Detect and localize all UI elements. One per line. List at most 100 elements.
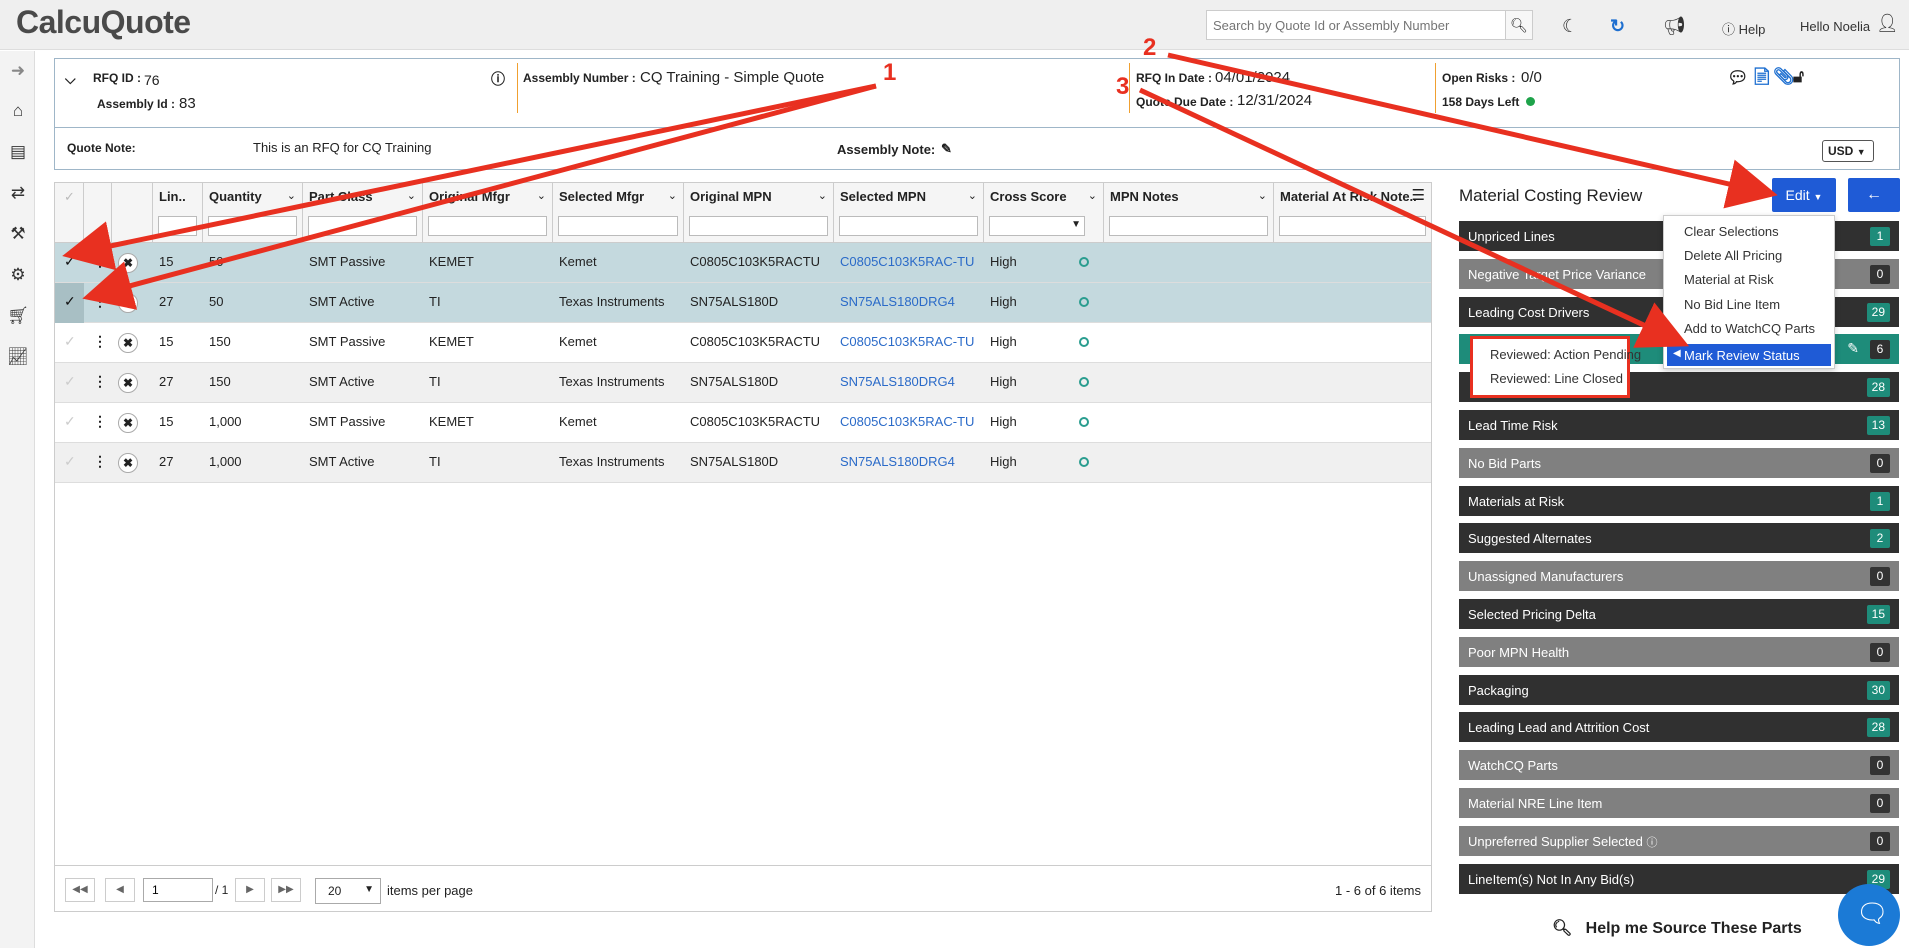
row-checkbox[interactable]: ✓ <box>55 323 84 363</box>
table-row[interactable]: ✓ ⋮ ✖ 15 1,000 SMT Passive KEMET Kemet C0805C103… <box>55 403 1431 443</box>
review-bar[interactable]: WatchCQ Parts 0 <box>1459 750 1899 781</box>
gavel-icon[interactable]: ⚒ <box>6 224 30 248</box>
row-checkbox[interactable]: ✓ <box>55 283 84 323</box>
edit-button[interactable]: Edit ▼ <box>1772 178 1836 212</box>
col-mpn-notes[interactable]: MPN Notes ⌄ <box>1104 183 1274 243</box>
col-quantity[interactable]: Quantity ⌄ <box>203 183 303 243</box>
remove-row-button[interactable]: ✖ <box>118 253 138 273</box>
table-row[interactable]: ✓ ⋮ ✖ 15 50 SMT Passive KEMET Kemet C0805C103K5R… <box>55 243 1431 283</box>
app-logo[interactable]: CalcuQuote <box>16 4 191 41</box>
filter-part-class[interactable] <box>308 216 417 236</box>
back-button[interactable]: ← <box>1848 178 1900 212</box>
search-button[interactable]: 🔍︎ <box>1505 10 1533 40</box>
home-icon[interactable]: ⌂ <box>6 101 30 125</box>
info-icon[interactable]: ⓘ <box>491 69 505 89</box>
row-menu-icon[interactable]: ⋮ <box>93 373 107 390</box>
review-bar[interactable]: Poor MPN Health 0 <box>1459 636 1899 667</box>
attachment-icon[interactable]: 📎︎ <box>1773 67 1795 87</box>
row-checkbox[interactable]: ✓ <box>55 403 84 443</box>
prev-page-button[interactable]: ◀ <box>105 878 135 902</box>
filter-cross-score-select[interactable]: ▼ <box>989 216 1085 236</box>
cell-smpn[interactable]: C0805C103K5RAC-TU <box>840 334 974 349</box>
review-bar[interactable]: Unpreferred Supplier Selected ⓘ 0 <box>1459 825 1899 856</box>
filter-mpn-notes[interactable] <box>1109 216 1268 236</box>
chart-icon[interactable]: 📈︎ <box>6 347 30 371</box>
cell-smpn[interactable]: C0805C103K5RAC-TU <box>840 414 974 429</box>
transfer-icon[interactable]: ⇄ <box>6 183 30 207</box>
row-checkbox[interactable]: ✓ <box>55 443 84 483</box>
next-page-button[interactable]: ▶ <box>235 878 265 902</box>
search-input[interactable] <box>1206 10 1506 40</box>
announcement-icon[interactable]: 📢︎ <box>1663 16 1686 37</box>
row-menu-icon[interactable]: ⋮ <box>93 453 107 470</box>
review-bar[interactable]: Material NRE Line Item 0 <box>1459 788 1899 818</box>
col-part-class[interactable]: Part Class ⌄ <box>303 183 423 243</box>
row-menu-icon[interactable]: ⋮ <box>93 253 107 270</box>
table-row[interactable]: ✓ ⋮ ✖ 27 150 SMT Active TI Texas Instruments SN7… <box>55 363 1431 403</box>
filter-risk-note[interactable] <box>1279 216 1426 236</box>
table-row[interactable]: ✓ ⋮ ✖ 15 150 SMT Passive KEMET Kemet C0805C103K5… <box>55 323 1431 363</box>
review-bar[interactable]: Suggested Alternates 2 <box>1459 523 1899 554</box>
col-cross-score[interactable]: Cross Score ⌄ ▼ <box>984 183 1104 243</box>
remove-row-button[interactable]: ✖ <box>118 293 138 313</box>
filter-selected-mfgr[interactable] <box>558 216 678 236</box>
unlock-icon[interactable]: 🔓︎ <box>1793 67 1804 87</box>
remove-row-button[interactable]: ✖ <box>118 333 138 353</box>
menu-no-bid-line-item[interactable]: No Bid Line Item <box>1684 297 1780 312</box>
remove-row-button[interactable]: ✖ <box>118 413 138 433</box>
col-selected-mpn[interactable]: Selected MPN ⌄ <box>834 183 984 243</box>
col-original-mpn[interactable]: Original MPN ⌄ <box>684 183 834 243</box>
cell-smpn[interactable]: SN75ALS180DRG4 <box>840 374 955 389</box>
row-menu-icon[interactable]: ⋮ <box>93 413 107 430</box>
source-help-link[interactable]: 🔍︎ Help me Source These Parts <box>1552 918 1802 938</box>
row-checkbox[interactable]: ✓ <box>55 363 84 403</box>
expand-icon[interactable]: ➜ <box>6 61 30 85</box>
cell-smpn[interactable]: C0805C103K5RAC-TU <box>840 254 974 269</box>
list-icon[interactable]: ▤ <box>6 142 30 166</box>
settings-icon[interactable]: ⚙ <box>6 265 30 289</box>
review-bar[interactable]: Selected Pricing Delta 15 <box>1459 599 1899 629</box>
user-icon[interactable]: 👤︎ <box>1876 13 1899 34</box>
pencil-icon[interactable]: ✎ <box>941 141 952 157</box>
refresh-icon[interactable]: ↻ <box>1610 16 1625 37</box>
filter-quantity[interactable] <box>208 216 297 236</box>
collapse-icon[interactable]: ⌵ <box>65 71 76 88</box>
menu-mark-review-status[interactable]: ◀ Mark Review Status <box>1667 344 1831 366</box>
menu-material-at-risk[interactable]: Material at Risk <box>1684 272 1774 287</box>
review-bar[interactable]: Unassigned Manufacturers 0 <box>1459 561 1899 592</box>
review-bar[interactable]: Packaging 30 <box>1459 674 1899 705</box>
dark-mode-icon[interactable]: ☾ <box>1562 16 1578 37</box>
col-material-risk-note[interactable]: Material At Risk Note.. ☰ <box>1274 183 1431 243</box>
review-bar[interactable]: No Bid Parts 0 <box>1459 447 1899 478</box>
remove-row-button[interactable]: ✖ <box>118 453 138 473</box>
review-bar[interactable]: Materials at Risk 1 <box>1459 485 1899 516</box>
page-input[interactable] <box>143 878 213 902</box>
user-greeting[interactable]: Hello Noelia <box>1800 19 1870 34</box>
document-icon[interactable]: 📄︎ <box>1751 67 1773 87</box>
pencil-icon[interactable]: ✎ <box>1847 340 1859 357</box>
row-menu-icon[interactable]: ⋮ <box>93 333 107 350</box>
review-bar[interactable]: Leading Lead and Attrition Cost 28 <box>1459 712 1899 743</box>
first-page-button[interactable]: ◀◀ <box>65 878 95 902</box>
submenu-action-pending[interactable]: Reviewed: Action Pending <box>1490 347 1641 362</box>
help-link[interactable]: ⓘ Help <box>1722 19 1765 38</box>
review-bar[interactable]: LineItem(s) Not In Any Bid(s) 29 <box>1459 863 1899 894</box>
filter-line[interactable] <box>158 216 197 236</box>
table-row[interactable]: ✓ ⋮ ✖ 27 50 SMT Active TI Texas Instruments SN75… <box>55 283 1431 323</box>
row-menu-icon[interactable]: ⋮ <box>93 293 107 310</box>
row-checkbox[interactable]: ✓ <box>55 243 84 283</box>
menu-add-to-watchcq[interactable]: Add to WatchCQ Parts <box>1684 321 1815 336</box>
chat-button[interactable]: 🗨︎ <box>1838 884 1900 946</box>
col-original-mfgr[interactable]: Original Mfgr ⌄ <box>423 183 553 243</box>
cart-icon[interactable]: 🛒︎ <box>6 306 30 330</box>
submenu-line-closed[interactable]: Reviewed: Line Closed <box>1490 371 1623 386</box>
filter-original-mfgr[interactable] <box>428 216 547 236</box>
last-page-button[interactable]: ▶▶ <box>271 878 301 902</box>
table-row[interactable]: ✓ ⋮ ✖ 27 1,000 SMT Active TI Texas Instruments S… <box>55 443 1431 483</box>
cell-smpn[interactable]: SN75ALS180DRG4 <box>840 294 955 309</box>
comments-icon[interactable]: 💬︎ <box>1727 68 1749 88</box>
column-menu-icon[interactable]: ☰ <box>1412 186 1425 204</box>
cell-smpn[interactable]: SN75ALS180DRG4 <box>840 454 955 469</box>
menu-clear-selections[interactable]: Clear Selections <box>1684 224 1779 239</box>
col-line[interactable]: Lin.. <box>153 183 203 243</box>
